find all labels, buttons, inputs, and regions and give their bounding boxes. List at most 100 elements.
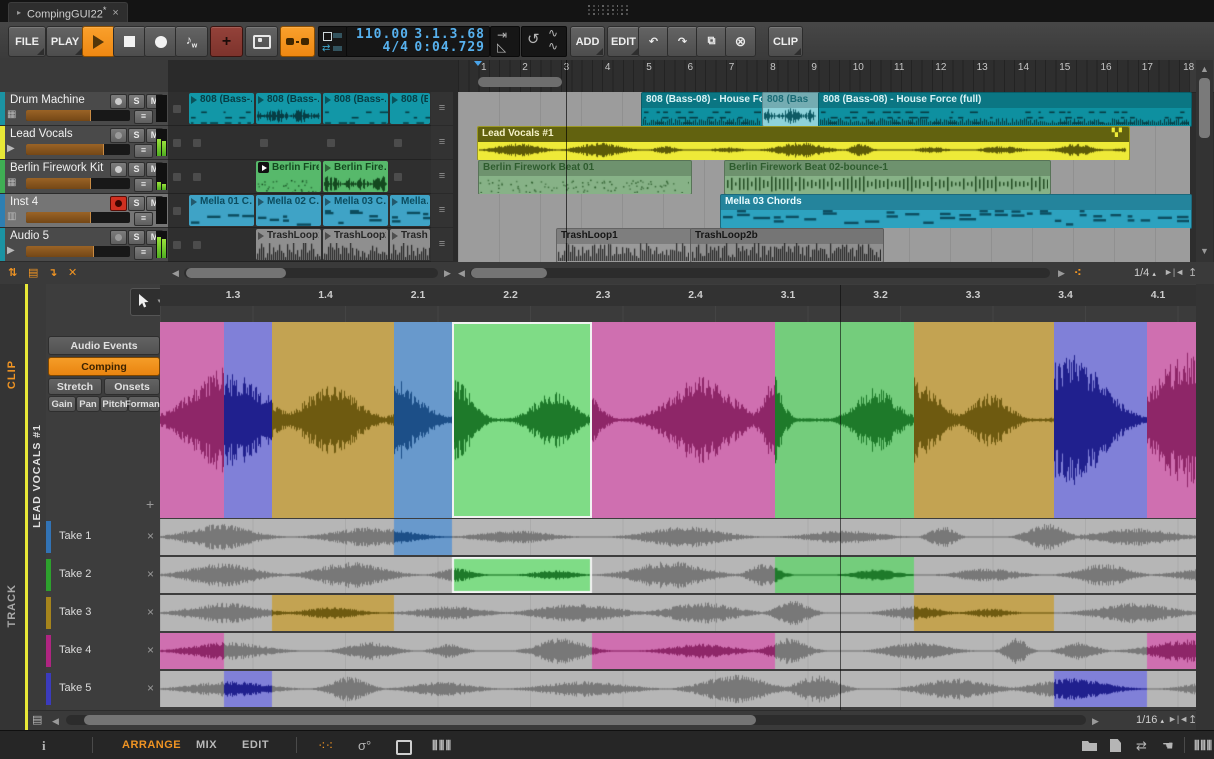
comp-segment-take4[interactable] [592,322,775,518]
launcher-scroll-right-icon[interactable]: ▶ [444,268,451,279]
volume-fader[interactable] [26,178,130,189]
scroll-up-icon[interactable]: ▲ [1200,64,1209,74]
delete-button[interactable]: ⊗ [725,26,756,57]
tab-clip[interactable]: CLIP [6,360,18,389]
position-time-display[interactable]: 0:04.729 [409,41,485,55]
footer-tab-mix[interactable]: MIX [196,739,217,751]
arranger-lane-3[interactable]: Berlin Firework Beat 01 Berlin Firework B… [458,160,1190,195]
clear-icon[interactable]: ✕ [68,266,77,279]
record-button[interactable] [144,26,177,57]
clip-play-icon[interactable] [325,164,331,172]
clip-slot[interactable] [322,126,390,160]
scroll-down-icon[interactable]: ▼ [1200,246,1209,256]
editor-scroll-right-icon[interactable]: ▶ [1092,716,1099,727]
pan-button[interactable]: Pan [76,396,100,412]
record-arm-button[interactable] [110,230,127,245]
add-lane-icon[interactable]: + [146,496,154,512]
hand-tool-icon[interactable]: ☚ [1162,738,1174,754]
clip-stop-cell[interactable] [168,228,189,262]
launcher-hscrollbar[interactable] [184,268,438,278]
scene-row-menu-icon[interactable]: ≡ [431,194,453,228]
display-profile-button[interactable] [245,26,278,57]
solo-button[interactable]: S [128,94,145,109]
track-menu-icon[interactable]: ≡ [134,144,153,158]
take-remove-icon[interactable]: × [147,605,154,619]
clip-play-icon[interactable] [191,198,197,206]
loop-automation-panel[interactable]: ↺ ∿ ∿ [521,26,567,57]
comp-segment-take1[interactable] [394,322,452,518]
launcher-clip[interactable]: TrashLoop1 [256,229,321,260]
take-header-5[interactable]: Take 5× [46,671,160,707]
launcher-clip[interactable]: Mella 03 C… [323,195,388,226]
arranger-lane-2[interactable]: Lead Vocals #1▚▘ [458,126,1190,161]
launcher-clip[interactable]: 808 (Bass-… [323,93,388,124]
comp-segment-take4[interactable] [1147,322,1196,518]
clip-stop-cell[interactable] [168,194,189,228]
launcher-overview-icon[interactable]: ▤ [28,266,38,279]
stop-button[interactable] [113,26,146,57]
pitch-button[interactable]: Pitch [100,396,128,412]
clip-play-icon[interactable] [325,198,331,206]
punch-panel[interactable]: ⇥ ◺ [490,26,520,57]
comp-segment-take2-selected[interactable] [452,322,592,518]
clip-slot[interactable] [188,126,256,160]
clip-slot[interactable]: Trash… [389,228,432,262]
record-arm-button[interactable] [110,162,127,177]
launcher-hscroll-thumb[interactable] [186,268,286,278]
volume-fader[interactable] [26,144,130,155]
editor-hscroll-thumb[interactable] [84,715,756,725]
track-menu-icon[interactable]: ≡ [134,246,153,260]
clip-play-icon[interactable] [325,96,331,104]
clip-slot[interactable]: 808 (Bass-… [188,92,256,126]
file-button[interactable]: FILE [8,26,46,57]
tab-close-icon[interactable]: × [112,7,118,19]
solo-button[interactable]: S [128,196,145,211]
track-header-4[interactable]: Inst 4SM▥≡ [0,194,168,228]
footer-tab-edit[interactable]: EDIT [242,739,269,751]
comp-lane[interactable] [160,322,1196,518]
take-remove-icon[interactable]: × [147,681,154,695]
clip-play-icon[interactable] [392,96,398,104]
clip-play-icon[interactable] [258,232,264,240]
clip-button[interactable]: CLIP [768,26,803,57]
arranger-clip[interactable]: Berlin Firework Beat 01 [478,160,692,195]
arranger-clip[interactable]: Berlin Firework Beat 02-bounce-1 [724,160,1051,195]
take-lane-1[interactable] [160,519,1196,555]
stretch-button[interactable]: Stretch [48,378,102,395]
scene-row-menu-icon[interactable]: ≡ [431,160,453,194]
clip-slot[interactable] [188,160,256,194]
clip-stop-cell[interactable] [168,126,189,160]
take-remove-icon[interactable]: × [147,567,154,581]
comping-button[interactable]: Comping [48,357,160,376]
arranger-hscroll-thumb[interactable] [471,268,547,278]
zoom-to-fit-icon[interactable]: ►|◄ [1164,267,1184,277]
clip-slot[interactable]: Berlin Fire… [255,160,323,194]
take-remove-icon[interactable]: × [147,643,154,657]
editor-zoom-to-fit-icon[interactable]: ►|◄ [1168,714,1188,724]
clip-slot[interactable] [389,126,432,160]
clip-slot[interactable]: Mella 02 C… [255,194,323,228]
focus-mode-icon[interactable] [396,740,412,755]
onsets-button[interactable]: Onsets [104,378,160,395]
tab-track[interactable]: TRACK [6,584,18,628]
clip-slot[interactable]: Mella 01 C… [188,194,256,228]
arranger-clip[interactable]: TrashLoop1 [556,228,692,263]
clip-play-icon[interactable] [258,96,264,104]
track-header-2[interactable]: Lead VocalsSM▶≡ [0,126,168,160]
track-menu-icon[interactable]: ≡ [134,212,153,226]
take-lane-2[interactable] [160,557,1196,593]
record-arm-button[interactable] [110,94,127,109]
info-icon[interactable]: i [42,738,46,754]
dashboard-button[interactable] [280,26,315,57]
clip-slot[interactable]: TrashLoop1 [255,228,323,262]
launcher-clip[interactable]: 808 (Bass-… [256,93,321,124]
add-track-button[interactable]: + [210,26,243,57]
editor-tool-selector[interactable]: ▾ [130,288,163,316]
clip-play-icon[interactable] [191,96,197,104]
arranger-clip[interactable]: 808 (Bass-08) - House Force (full) [818,92,1192,127]
vscroll-thumb[interactable] [1199,78,1210,138]
arranger-lane-1[interactable]: 808 (Bass-08) - House Force (808 (Bas808… [458,92,1190,127]
track-header-5[interactable]: Audio 5SM▶≡ [0,228,168,262]
take-lane-5[interactable] [160,671,1196,707]
solo-button[interactable]: S [128,162,145,177]
